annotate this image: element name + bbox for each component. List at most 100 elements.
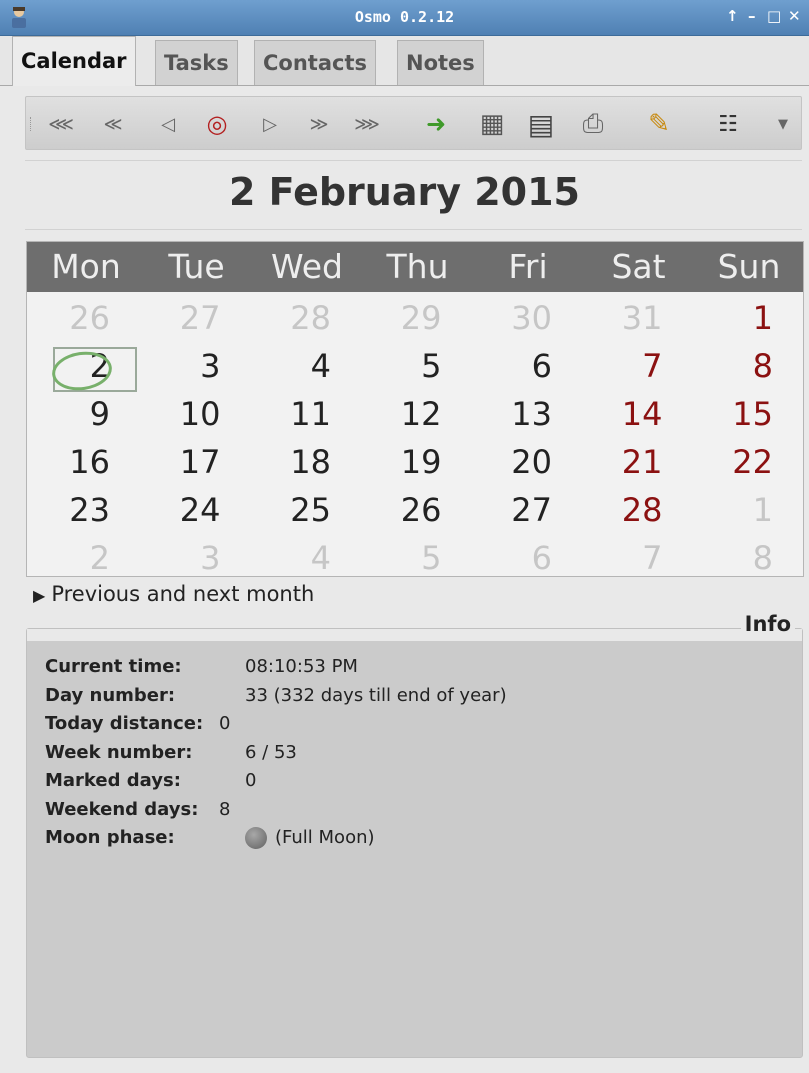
weekday-label: Fri <box>508 247 548 286</box>
day-cell[interactable]: 23 <box>27 486 138 534</box>
day-cell[interactable]: 29 <box>359 294 470 342</box>
full-year-calendar-button[interactable]: ▦ <box>478 108 506 140</box>
day-cell[interactable]: 2 <box>27 342 138 390</box>
info-value: 8 <box>219 798 231 820</box>
day-cell[interactable]: 4 <box>248 534 359 582</box>
day-cell[interactable]: 16 <box>27 438 138 486</box>
day-cell[interactable]: 13 <box>469 390 580 438</box>
year-calendar-icon: ▦ <box>479 109 505 139</box>
printer-icon: ⎙ <box>582 108 604 139</box>
info-key: Marked days: <box>45 770 181 791</box>
weekday-label: Mon <box>51 247 121 286</box>
info-key: Moon phase: <box>45 827 175 848</box>
day-cell[interactable]: 1 <box>690 294 801 342</box>
info-value-wrap: 8 <box>219 799 230 820</box>
day-cell[interactable]: 7 <box>580 342 691 390</box>
info-row: Marked days: 0 <box>45 770 256 791</box>
tab-calendar[interactable]: Calendar <box>12 36 136 86</box>
day-cell[interactable]: 8 <box>690 342 801 390</box>
day-cell[interactable]: 27 <box>469 486 580 534</box>
day-cell[interactable]: 1 <box>690 486 801 534</box>
close-button[interactable]: ✕ <box>788 7 801 25</box>
day-cell[interactable]: 9 <box>27 390 138 438</box>
info-key: Week number: <box>45 741 193 763</box>
day-cell[interactable]: 3 <box>138 342 249 390</box>
day-cell[interactable]: 28 <box>580 486 691 534</box>
maximize-button[interactable]: □ <box>767 7 781 25</box>
day-cell[interactable]: 26 <box>359 486 470 534</box>
day-cell[interactable]: 5 <box>359 342 470 390</box>
day-cell[interactable]: 18 <box>248 438 359 486</box>
day-cell[interactable]: 21 <box>580 438 691 486</box>
info-value: 0 <box>219 713 231 734</box>
info-panel-top <box>27 629 802 641</box>
day-cell[interactable]: 7 <box>580 534 691 582</box>
day-cell[interactable]: 11 <box>248 390 359 438</box>
prev-day-button[interactable]: ◁ <box>156 108 180 140</box>
day-cell[interactable]: 2 <box>27 534 138 582</box>
separator <box>25 229 802 230</box>
day-cell[interactable]: 31 <box>580 294 691 342</box>
next-day-button[interactable]: ▷ <box>258 108 282 140</box>
expander-triangle-icon: ▶ <box>33 586 46 605</box>
day-cell[interactable]: 3 <box>138 534 249 582</box>
minimize-button[interactable]: – <box>748 7 756 25</box>
day-cell[interactable]: 8 <box>690 534 801 582</box>
weekday-label: Tue <box>168 247 225 286</box>
chevron-down-icon: ▼ <box>778 116 788 132</box>
day-cell[interactable]: 10 <box>138 390 249 438</box>
double-right-arrow-icon: ≫ <box>309 113 329 135</box>
tab-tasks[interactable]: Tasks <box>155 40 238 86</box>
notes-button[interactable]: ✎ <box>644 108 674 140</box>
info-value: 33 (332 days till end of year) <box>245 684 507 706</box>
next-month-button[interactable]: ≫ <box>304 108 334 140</box>
day-cell[interactable]: 30 <box>469 294 580 342</box>
keep-above-button[interactable]: ↑ <box>726 7 739 25</box>
jump-to-date-button[interactable]: ➜ <box>418 108 454 140</box>
day-cell[interactable]: 15 <box>690 390 801 438</box>
info-value: 08:10:53 PM <box>245 656 358 677</box>
day-cell[interactable]: 17 <box>138 438 249 486</box>
day-cell[interactable]: 14 <box>580 390 691 438</box>
day-cell[interactable]: 6 <box>469 534 580 582</box>
toolbar-grip[interactable] <box>30 117 33 131</box>
weekday-header: Mon Tue Wed Thu Fri Sat Sun <box>27 242 803 292</box>
preferences-button[interactable]: ☷ <box>710 108 746 140</box>
notepad-icon: ✎ <box>648 109 670 139</box>
day-cell[interactable]: 27 <box>138 294 249 342</box>
moon-full-icon <box>245 827 267 849</box>
print-button[interactable]: ⎙ <box>578 108 608 140</box>
info-row: Week number: 6 / 53 <box>45 741 297 763</box>
info-value-wrap: (Full Moon) <box>245 827 375 849</box>
day-cell[interactable]: 6 <box>469 342 580 390</box>
weekday-label: Wed <box>271 247 343 286</box>
prev-month-button[interactable]: ≪ <box>98 108 128 140</box>
day-cell[interactable]: 20 <box>469 438 580 486</box>
toolbar-overflow-button[interactable]: ▼ <box>774 108 792 140</box>
previous-next-month-expander[interactable]: ▶ Previous and next month <box>33 582 314 606</box>
day-cell[interactable]: 5 <box>359 534 470 582</box>
day-cell[interactable]: 19 <box>359 438 470 486</box>
weekday-label: Sun <box>717 247 781 286</box>
day-cell[interactable]: 22 <box>690 438 801 486</box>
tab-notes[interactable]: Notes <box>397 40 484 86</box>
day-cell[interactable]: 26 <box>27 294 138 342</box>
today-button[interactable]: ◎ <box>202 108 232 140</box>
double-left-arrow-icon: ≪ <box>103 113 123 135</box>
day-cell[interactable]: 25 <box>248 486 359 534</box>
prev-year-button[interactable]: ⋘ <box>44 108 78 140</box>
info-title: Info <box>740 612 795 636</box>
tab-contacts[interactable]: Contacts <box>254 40 376 86</box>
weekday-label: Sat <box>611 247 666 286</box>
day-cell[interactable]: 12 <box>359 390 470 438</box>
day-cell[interactable]: 28 <box>248 294 359 342</box>
day-cell[interactable]: 4 <box>248 342 359 390</box>
next-year-button[interactable]: ⋙ <box>350 108 384 140</box>
day-cell[interactable]: 24 <box>138 486 249 534</box>
info-value: (Full Moon) <box>275 827 375 848</box>
expander-label: Previous and next month <box>51 582 315 606</box>
calculator-icon: ▤ <box>527 107 555 141</box>
window-bottom <box>0 1063 809 1073</box>
title-bar: Osmo 0.2.12 ↑ – □ ✕ <box>0 0 809 36</box>
date-calculator-button[interactable]: ▤ <box>526 107 556 141</box>
